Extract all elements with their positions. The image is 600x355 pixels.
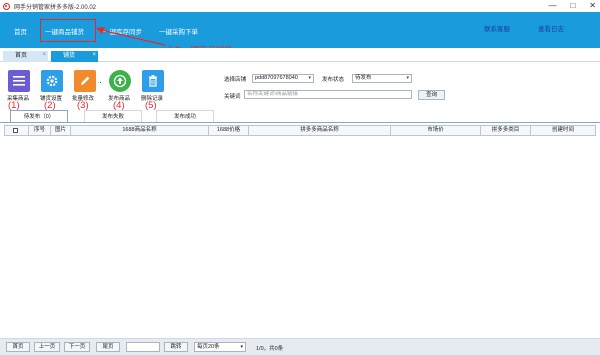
column-header: 创建时间 — [551, 127, 574, 133]
trash-icon — [149, 75, 157, 87]
close-icon[interactable]: × — [42, 50, 46, 61]
tab-home[interactable]: 首页 × — [3, 51, 48, 62]
store-label: 选择店铺 — [224, 77, 247, 83]
top-nav: 首页 一键商品铺货 一键库存同步 一键采购下单 联系客服 查看日志 — [0, 12, 600, 48]
contact-support-link[interactable]: 联系客服 — [484, 23, 510, 33]
status-label: 发布状态 — [322, 77, 345, 83]
table-body — [4, 136, 596, 334]
chevron-down-icon: ▾ — [406, 75, 409, 81]
highlight-box — [40, 19, 96, 42]
select-all-column — [5, 126, 29, 135]
search-button[interactable]: 查询 — [418, 90, 445, 100]
keyword-input[interactable]: 名称关键词\商品链接 — [244, 90, 412, 99]
minimize-icon[interactable]: — — [548, 1, 556, 11]
subtab-divider — [0, 122, 600, 123]
tab-listing[interactable]: 铺货 × — [51, 51, 98, 62]
store-select[interactable]: pdd87097678040 ▾ — [252, 74, 314, 83]
next-page-button[interactable]: 下一页 — [64, 342, 90, 352]
window-controls: — □ ✕ — [548, 1, 596, 11]
page-info: 1/0，共0条 — [256, 346, 284, 352]
pencil-icon — [81, 76, 90, 85]
column-header: 序号 — [29, 126, 51, 135]
collect-products-button[interactable] — [8, 70, 30, 92]
toolbar-dot: · — [99, 77, 102, 87]
chevron-down-icon: ▾ — [308, 75, 311, 81]
page-size-value: 每页20条 — [197, 344, 220, 350]
table-header: 序号 图片 1688商品名称 1688价格 拼多多商品名称 市场价 拼多多类目 … — [4, 125, 596, 136]
close-icon[interactable]: × — [92, 50, 96, 61]
upload-icon — [113, 74, 127, 88]
store-select-value: pdd87097678040 — [255, 75, 298, 81]
publish-products-button[interactable] — [109, 70, 131, 92]
column-header: 拼多多类目 — [481, 126, 531, 135]
jump-button[interactable]: 跳转 — [164, 342, 188, 352]
close-icon[interactable]: ✕ — [589, 1, 596, 11]
pagination-bar: 首页 上一页 下一页 尾页 跳转 每页20条 ▾ 1/0，共0条 — [0, 338, 600, 355]
nav-item-home[interactable]: 首页 — [14, 26, 27, 36]
column-header: 图片 — [51, 126, 71, 135]
listing-settings-button[interactable] — [41, 70, 63, 92]
tab-label: 首页 — [15, 53, 28, 59]
view-log-link[interactable]: 查看日志 — [538, 23, 564, 33]
prev-page-button[interactable]: 上一页 — [34, 342, 60, 352]
window-title: 网手分销管家拼多多版-2.00.02 — [14, 4, 97, 11]
last-page-button[interactable]: 尾页 — [96, 342, 120, 352]
page-number-input[interactable] — [126, 342, 160, 352]
maximize-icon[interactable]: □ — [570, 1, 575, 11]
title-bar: 网手分销管家拼多多版-2.00.02 — □ ✕ — [0, 0, 600, 12]
column-header: 1688价格 — [209, 126, 249, 135]
list-icon — [13, 76, 25, 86]
column-header: 1688商品名称 — [71, 126, 209, 135]
tab-label: 铺货 — [63, 53, 76, 59]
delete-records-button[interactable] — [142, 70, 164, 92]
chevron-down-icon: ▾ — [240, 344, 243, 350]
step-label-5: (5) — [145, 100, 157, 111]
column-header: 拼多多商品名称 — [249, 126, 391, 135]
tab-bar: 首页 × 铺货 × — [0, 48, 600, 62]
status-select[interactable]: 待发布 ▾ — [352, 74, 412, 83]
gear-icon — [46, 75, 58, 87]
select-all-checkbox[interactable] — [13, 128, 18, 133]
batch-edit-button[interactable] — [74, 70, 96, 92]
annotation-arrow-icon — [96, 27, 166, 46]
keyword-label: 关键词 — [224, 94, 241, 100]
first-page-button[interactable]: 首页 — [6, 342, 30, 352]
app-logo-icon — [3, 2, 10, 10]
column-header: 市场价 — [391, 126, 481, 135]
page-size-select[interactable]: 每页20条 ▾ — [194, 342, 246, 352]
status-select-value: 待发布 — [355, 75, 372, 81]
